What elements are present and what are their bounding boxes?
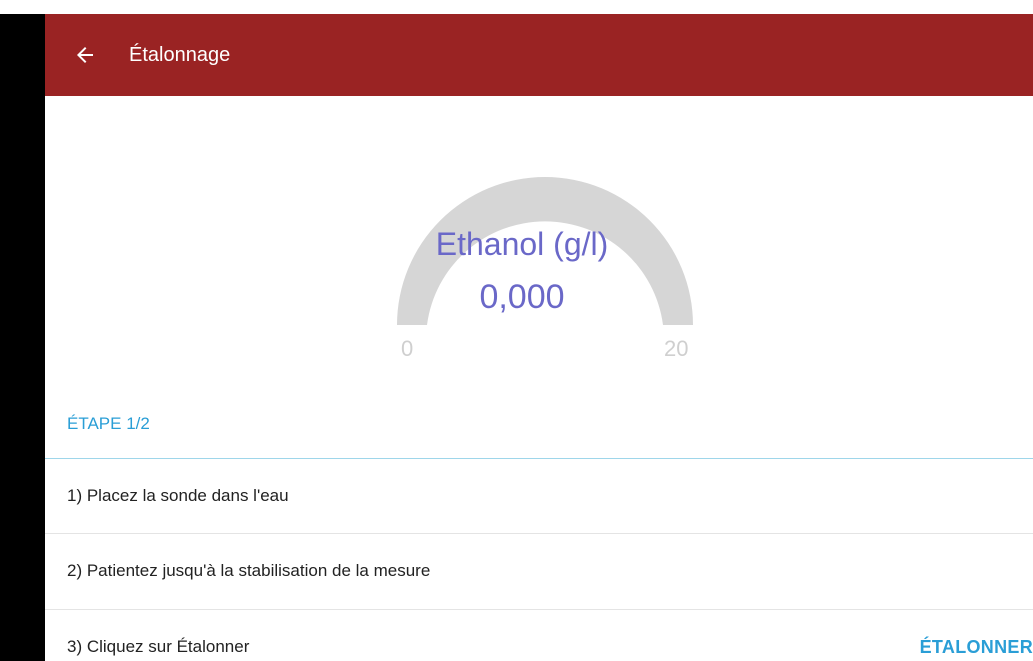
- top-strip: [0, 0, 1033, 14]
- instruction-text: 2) Patientez jusqu'à la stabilisation de…: [67, 561, 431, 580]
- app-window: Étalonnage Ethanol (g/l) 0,000 0 20 ÉTAP…: [45, 14, 1033, 661]
- instruction-row-2: 2) Patientez jusqu'à la stabilisation de…: [45, 534, 1033, 608]
- arrow-left-icon: [77, 47, 93, 63]
- page-title: Étalonnage: [129, 43, 231, 66]
- gauge-label: Ethanol (g/l): [435, 226, 609, 262]
- gauge-min-label: 0: [401, 336, 414, 361]
- instruction-text: 3) Cliquez sur Étalonner: [67, 637, 250, 656]
- back-button[interactable]: [55, 14, 115, 96]
- left-black-bar: [0, 14, 45, 661]
- gauge-max-label: 20: [664, 336, 689, 361]
- instruction-text: 1) Placez la sonde dans l'eau: [67, 486, 289, 505]
- app-toolbar: Étalonnage: [45, 14, 1033, 96]
- gauge-value: 0,000: [479, 278, 565, 316]
- instruction-row-1: 1) Placez la sonde dans l'eau: [45, 459, 1033, 533]
- calibrate-button[interactable]: ÉTALONNER: [920, 637, 1033, 658]
- ethanol-gauge: Ethanol (g/l) 0,000 0 20: [45, 96, 1033, 386]
- step-header: ÉTAPE 1/2: [67, 414, 150, 433]
- screen: Étalonnage Ethanol (g/l) 0,000 0 20 ÉTAP…: [0, 0, 1033, 661]
- instruction-row-3: 3) Cliquez sur Étalonner ÉTALONNER: [45, 610, 1033, 661]
